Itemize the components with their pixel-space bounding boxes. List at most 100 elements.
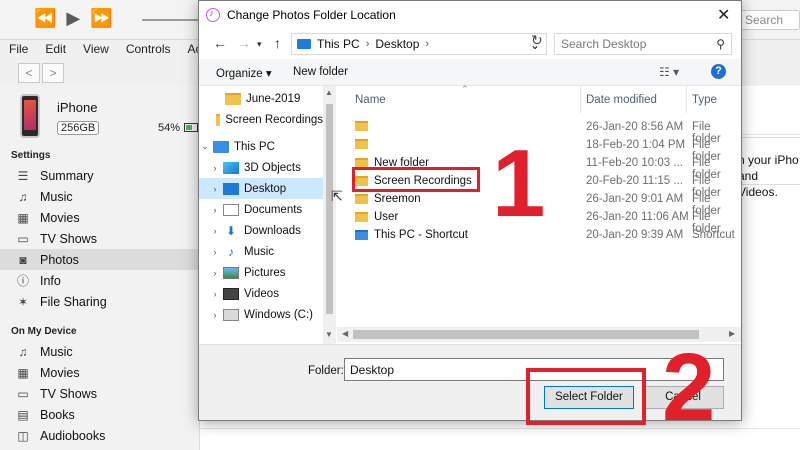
nav-item-music[interactable]: › ♪ Music bbox=[199, 241, 323, 262]
nav-item-desktop[interactable]: › Desktop bbox=[199, 178, 323, 199]
nav-item-pictures[interactable]: › Pictures bbox=[199, 262, 323, 283]
nav-item-documents[interactable]: › Documents bbox=[199, 199, 323, 220]
nav-item-this-pc[interactable]: ⌄ This PC bbox=[199, 136, 323, 157]
breadcrumb-this-pc[interactable]: This PC bbox=[317, 37, 360, 51]
dialog-footer: Folder: Desktop Select Folder Cancel bbox=[199, 344, 741, 420]
menu-file[interactable]: File bbox=[0, 40, 36, 58]
device-item-tv-shows[interactable]: ▭ TV Shows bbox=[0, 383, 200, 404]
sidebar-item-movies[interactable]: ▦ Movies bbox=[0, 207, 200, 228]
new-folder-button[interactable]: New folder bbox=[293, 66, 348, 78]
column-date-modified[interactable]: Date modified bbox=[586, 94, 657, 106]
view-options-icon[interactable]: ☷ ▾ bbox=[659, 65, 679, 79]
column-divider[interactable] bbox=[686, 86, 687, 113]
close-icon[interactable]: ✕ bbox=[717, 5, 730, 25]
battery-icon bbox=[184, 123, 198, 132]
organize-button[interactable]: Organize ▾ bbox=[216, 66, 272, 80]
nav-item-windows-c[interactable]: › Windows (C:) bbox=[199, 304, 323, 325]
highlight-box-step-1 bbox=[352, 167, 480, 192]
iphone-icon bbox=[20, 94, 40, 138]
chevron-right-icon[interactable]: › bbox=[209, 247, 221, 257]
folder-icon bbox=[216, 113, 221, 126]
scroll-thumb[interactable] bbox=[353, 330, 699, 339]
menu-view[interactable]: View bbox=[74, 40, 117, 58]
tv-icon: ▭ bbox=[17, 386, 29, 401]
info-icon: ⓘ bbox=[16, 274, 29, 288]
nav-pane-scrollbar[interactable]: ▲ ▼ bbox=[323, 86, 336, 344]
chevron-right-icon[interactable]: › bbox=[209, 226, 221, 236]
battery-percent: 54% bbox=[158, 122, 181, 134]
device-item-music[interactable]: ♫ Music bbox=[0, 341, 200, 362]
chevron-right-icon[interactable]: › bbox=[209, 310, 221, 320]
device-item-books[interactable]: ▤ Books bbox=[0, 404, 200, 425]
transport-controls: ⏪ ▶ ⏩ bbox=[34, 8, 113, 28]
scroll-up-icon[interactable]: ▲ bbox=[325, 88, 333, 97]
device-item-movies[interactable]: ▦ Movies bbox=[0, 362, 200, 383]
scroll-thumb[interactable] bbox=[326, 104, 333, 314]
address-bar[interactable]: This PC › Desktop › ⌄ bbox=[291, 33, 547, 55]
pictures-icon bbox=[223, 266, 239, 279]
back-arrow-icon[interactable]: ← bbox=[213, 35, 227, 51]
column-type[interactable]: Type bbox=[692, 94, 717, 106]
search-input[interactable]: Search Desktop ⚲ bbox=[554, 33, 732, 55]
nav-item-screen-recordings[interactable]: Screen Recordings bbox=[199, 109, 323, 130]
volume-slider[interactable] bbox=[142, 19, 200, 21]
chevron-right-icon[interactable]: › bbox=[209, 205, 221, 215]
back-arrow-icon[interactable]: < bbox=[18, 63, 40, 83]
scroll-right-icon[interactable]: ▶ bbox=[729, 329, 735, 338]
music-note-icon: ♪ bbox=[228, 244, 234, 259]
forward-arrow-icon[interactable]: > bbox=[42, 63, 64, 83]
menu-controls[interactable]: Controls bbox=[117, 40, 179, 58]
play-icon[interactable]: ▶ bbox=[66, 8, 80, 28]
sidebar-item-info[interactable]: ⓘ Info bbox=[0, 270, 200, 291]
column-divider[interactable] bbox=[580, 86, 581, 113]
audiobook-icon: ◫ bbox=[17, 428, 29, 443]
chevron-down-icon[interactable]: ▾ bbox=[257, 39, 262, 50]
step-number-1: 1 bbox=[492, 130, 546, 237]
device-item-audiobooks[interactable]: ◫ Audiobooks bbox=[0, 425, 200, 446]
music-note-icon: ♫ bbox=[18, 189, 28, 204]
sidebar-item-summary[interactable]: ☰ Summary bbox=[0, 165, 200, 186]
chevron-right-icon[interactable]: › bbox=[209, 184, 221, 194]
drive-icon bbox=[223, 308, 239, 321]
nav-item-3d-objects[interactable]: › 3D Objects bbox=[199, 157, 323, 178]
itunes-sidebar: iPhone 256GB 54% Settings ☰ Summary ♫ Musi… bbox=[0, 86, 200, 450]
scroll-left-icon[interactable]: ◀ bbox=[342, 329, 348, 338]
refresh-icon[interactable]: ↻ bbox=[531, 32, 543, 49]
nav-item-downloads[interactable]: › ⬇ Downloads bbox=[199, 220, 323, 241]
chevron-right-icon[interactable]: › bbox=[209, 163, 221, 173]
column-name[interactable]: Name bbox=[355, 94, 386, 106]
breadcrumb-separator: › bbox=[425, 38, 430, 50]
nav-item-videos[interactable]: › Videos bbox=[199, 283, 323, 304]
this-pc-icon bbox=[297, 39, 311, 49]
mouse-cursor-icon: ⇱ bbox=[331, 188, 343, 204]
settings-heading: Settings bbox=[11, 150, 51, 161]
itunes-app-icon bbox=[206, 8, 220, 22]
desktop-icon bbox=[223, 182, 239, 195]
sidebar-item-music[interactable]: ♫ Music bbox=[0, 186, 200, 207]
expanded-chevron-icon[interactable]: ⌄ bbox=[199, 141, 211, 152]
dialog-title: Change Photos Folder Location bbox=[227, 8, 396, 22]
sidebar-item-file-sharing[interactable]: ✶ File Sharing bbox=[0, 291, 200, 312]
breadcrumb-separator: › bbox=[365, 38, 370, 50]
tv-icon: ▭ bbox=[17, 231, 29, 246]
help-icon[interactable]: ? bbox=[711, 64, 726, 79]
itunes-search-input[interactable]: Search bbox=[738, 10, 800, 30]
breadcrumb-desktop[interactable]: Desktop bbox=[375, 37, 419, 51]
nav-item-june-2019[interactable]: June-2019 bbox=[199, 88, 323, 109]
scroll-down-icon[interactable]: ▼ bbox=[325, 330, 333, 339]
book-icon: ▤ bbox=[17, 407, 29, 422]
rewind-icon[interactable]: ⏪ bbox=[34, 8, 56, 28]
fast-forward-icon[interactable]: ⏩ bbox=[90, 8, 112, 28]
menu-edit[interactable]: Edit bbox=[36, 40, 74, 58]
summary-icon: ☰ bbox=[17, 168, 29, 183]
chevron-right-icon[interactable]: › bbox=[209, 289, 221, 299]
forward-arrow-icon[interactable]: → bbox=[237, 35, 251, 51]
up-arrow-icon[interactable]: ↑ bbox=[274, 35, 281, 51]
sidebar-item-tv-shows[interactable]: ▭ TV Shows bbox=[0, 228, 200, 249]
command-bar: Organize ▾ New folder ☷ ▾ ? bbox=[199, 59, 741, 86]
chevron-right-icon[interactable]: › bbox=[209, 268, 221, 278]
music-note-icon: ♫ bbox=[18, 344, 28, 359]
sidebar-item-photos[interactable]: ◙ Photos bbox=[0, 249, 200, 270]
3d-objects-icon bbox=[223, 161, 239, 174]
film-icon: ▦ bbox=[17, 210, 29, 225]
